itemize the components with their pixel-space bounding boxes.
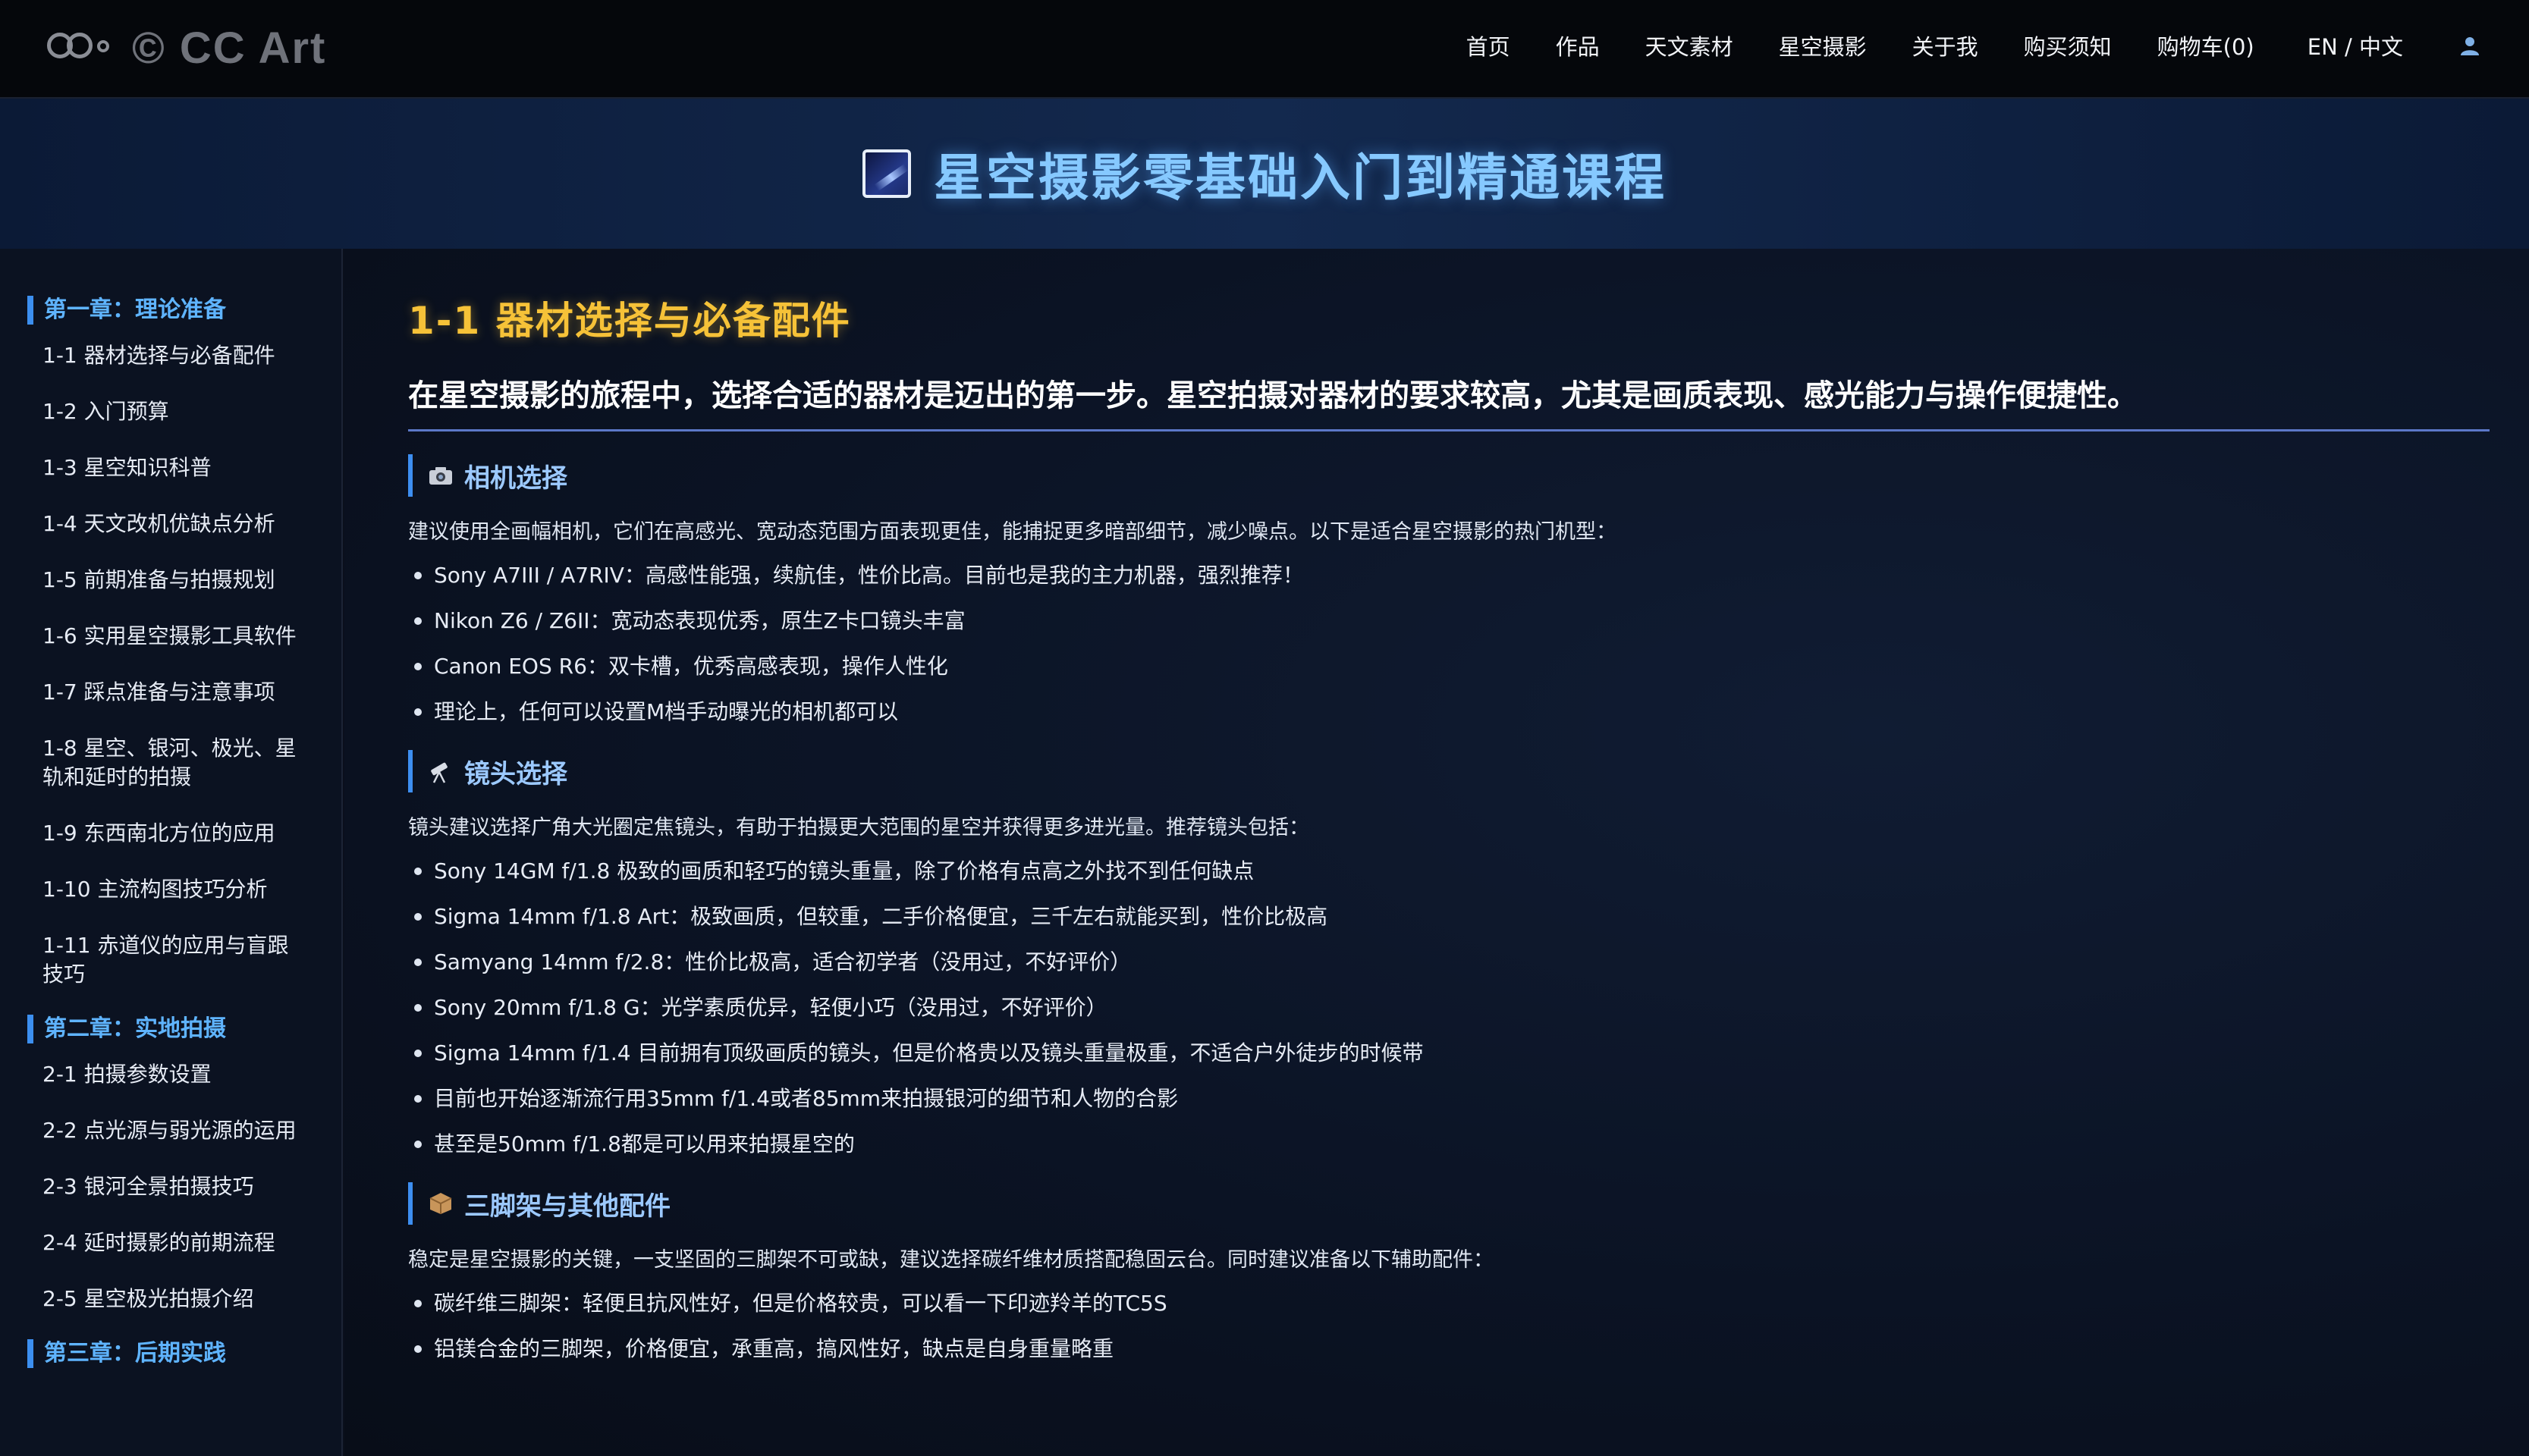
sidebar-lesson-1-11[interactable]: 1-11 赤道仪的应用与盲跟技巧 — [42, 931, 308, 989]
section-heading-text: 三脚架与其他配件 — [464, 1191, 671, 1222]
sidebar-lesson-1-7[interactable]: 1-7 踩点准备与注意事项 — [42, 678, 308, 707]
list-item: Canon EOS R6：双卡槽，优秀高感表现，操作人性化 — [408, 651, 2529, 682]
sidebar-lesson-1-1[interactable]: 1-1 器材选择与必备配件 — [42, 341, 308, 370]
section-heading-text: 相机选择 — [464, 463, 567, 494]
section-heading-tripod: 三脚架与其他配件 — [408, 1182, 2529, 1225]
list-item: Sony 20mm f/1.8 G：光学素质优异，轻便小巧（没用过，不好评价） — [408, 993, 2529, 1023]
package-icon — [426, 1189, 455, 1218]
list-item: Nikon Z6 / Z6II：宽动态表现优秀，原生Z卡口镜头丰富 — [408, 606, 2529, 636]
sidebar-lesson-2-1[interactable]: 2-1 拍摄参数设置 — [42, 1060, 308, 1089]
list-item: Sony 14GM f/1.8 极致的画质和轻巧的镜头重量，除了价格有点高之外找… — [408, 856, 2529, 886]
list-item: Sony A7III / A7RIV：高感性能强，续航佳，性价比高。目前也是我的… — [408, 560, 2529, 591]
section-description: 建议使用全画幅相机，它们在高感光、宽动态范围方面表现更佳，能捕捉更多暗部细节，减… — [408, 520, 1616, 544]
chapter-heading[interactable]: 第二章：实地拍摄 — [27, 1015, 341, 1043]
sidebar-lesson-1-2[interactable]: 1-2 入门预算 — [42, 397, 308, 426]
course-banner: 星空摄影零基础入门到精通课程 — [0, 99, 2529, 249]
section-heading-text: 镜头选择 — [464, 758, 567, 789]
sidebar-lesson-1-10[interactable]: 1-10 主流构图技巧分析 — [42, 875, 308, 904]
sidebar-lesson-1-4[interactable]: 1-4 天文改机优缺点分析 — [42, 510, 308, 538]
nav-item-cart[interactable]: 购物车(0) — [2157, 30, 2254, 61]
sidebar-lesson-1-6[interactable]: 1-6 实用星空摄影工具软件 — [42, 622, 308, 651]
nav-item-home[interactable]: 首页 — [1466, 30, 1510, 61]
list-item: Samyang 14mm f/2.8：性价比极高，适合初学者（没用过，不好评价） — [408, 947, 2529, 977]
site-logo[interactable]: © CC Art — [44, 14, 326, 82]
list-item: 铝镁合金的三脚架，价格便宜，承重高，搞风性好，缺点是自身重量略重 — [408, 1334, 2529, 1364]
section-heading-camera: 相机选择 — [408, 454, 2529, 497]
list-item: 理论上，任何可以设置M档手动曝光的相机都可以 — [408, 697, 2529, 727]
list-item: Sigma 14mm f/1.8 Art：极致画质，但较重，二手价格便宜，三千左… — [408, 902, 2529, 932]
sidebar-lesson-2-4[interactable]: 2-4 延时摄影的前期流程 — [42, 1228, 308, 1257]
top-navbar: © CC Art 首页 作品 天文素材 星空摄影 关于我 购买须知 购物车(0)… — [0, 0, 2529, 99]
camera-list: Sony A7III / A7RIV：高感性能强，续航佳，性价比高。目前也是我的… — [408, 560, 2529, 727]
camera-icon — [426, 461, 455, 490]
sidebar-lesson-2-3[interactable]: 2-3 银河全景拍摄技巧 — [42, 1172, 308, 1201]
list-item: 碳纤维三脚架：轻便且抗风性好，但是价格较贵，可以看一下印迹羚羊的TC5S — [408, 1288, 2529, 1319]
logo-text: © CC Art — [132, 23, 327, 73]
language-switch[interactable]: EN / 中文 — [2308, 30, 2403, 61]
nav-item-about[interactable]: 关于我 — [1912, 30, 1978, 61]
nav-item-astro-materials[interactable]: 天文素材 — [1645, 30, 1733, 61]
sidebar-lesson-1-3[interactable]: 1-3 星空知识科普 — [42, 453, 308, 482]
sidebar-lesson-1-5[interactable]: 1-5 前期准备与拍摄规划 — [42, 566, 308, 595]
chapter-heading[interactable]: 第一章：理论准备 — [27, 296, 341, 325]
list-item: 甚至是50mm f/1.8都是可以用来拍摄星空的 — [408, 1129, 2529, 1159]
course-sidebar: 第一章：理论准备 1-1 器材选择与必备配件 1-2 入门预算 1-3 星空知识… — [0, 249, 343, 1456]
lesson-content: 1-1 器材选择与必备配件 在星空摄影的旅程中，选择合适的器材是迈出的第一步。星… — [344, 249, 2529, 1456]
chapter-heading[interactable]: 第三章：后期实践 — [27, 1339, 341, 1368]
lesson-intro: 在星空摄影的旅程中，选择合适的器材是迈出的第一步。星空拍摄对器材的要求较高，尤其… — [408, 375, 2490, 431]
lens-list: Sony 14GM f/1.8 极致的画质和轻巧的镜头重量，除了价格有点高之外找… — [408, 856, 2529, 1159]
lesson-title: 1-1 器材选择与必备配件 — [408, 299, 851, 343]
list-item: Sigma 14mm f/1.4 目前拥有顶级画质的镜头，但是价格贵以及镜头重量… — [408, 1038, 2529, 1068]
nav-menu: 首页 作品 天文素材 星空摄影 关于我 购买须知 购物车(0) EN / 中文 — [1466, 0, 2529, 91]
sidebar-lesson-1-8[interactable]: 1-8 星空、银河、极光、星轨和延时的拍摄 — [42, 734, 308, 792]
milky-way-image-icon — [862, 149, 911, 198]
user-icon[interactable] — [2449, 24, 2491, 67]
section-description: 稳定是星空摄影的关键，一支坚固的三脚架不可或缺，建议选择碳纤维材质搭配稳固云台。… — [408, 1248, 1494, 1272]
accessory-list: 碳纤维三脚架：轻便且抗风性好，但是价格较贵，可以看一下印迹羚羊的TC5S 铝镁合… — [408, 1288, 2529, 1364]
sidebar-lesson-2-2[interactable]: 2-2 点光源与弱光源的运用 — [42, 1116, 308, 1145]
list-item: 目前也开始逐渐流行用35mm f/1.4或者85mm来拍摄银河的细节和人物的合影 — [408, 1084, 2529, 1114]
section-description: 镜头建议选择广角大光圈定焦镜头，有助于拍摄更大范围的星空并获得更多进光量。推荐镜… — [408, 816, 1309, 839]
sidebar-lesson-2-5[interactable]: 2-5 星空极光拍摄介绍 — [42, 1285, 308, 1313]
course-title: 星空摄影零基础入门到精通课程 — [934, 149, 1667, 207]
logo-mark-icon — [44, 25, 112, 71]
section-heading-lens: 镜头选择 — [408, 750, 2529, 792]
nav-item-astrophotography[interactable]: 星空摄影 — [1779, 30, 1867, 61]
sidebar-lesson-1-9[interactable]: 1-9 东西南北方位的应用 — [42, 819, 308, 848]
nav-item-purchase-notes[interactable]: 购买须知 — [2024, 30, 2112, 61]
nav-item-works[interactable]: 作品 — [1556, 30, 1600, 61]
telescope-icon — [426, 757, 455, 786]
